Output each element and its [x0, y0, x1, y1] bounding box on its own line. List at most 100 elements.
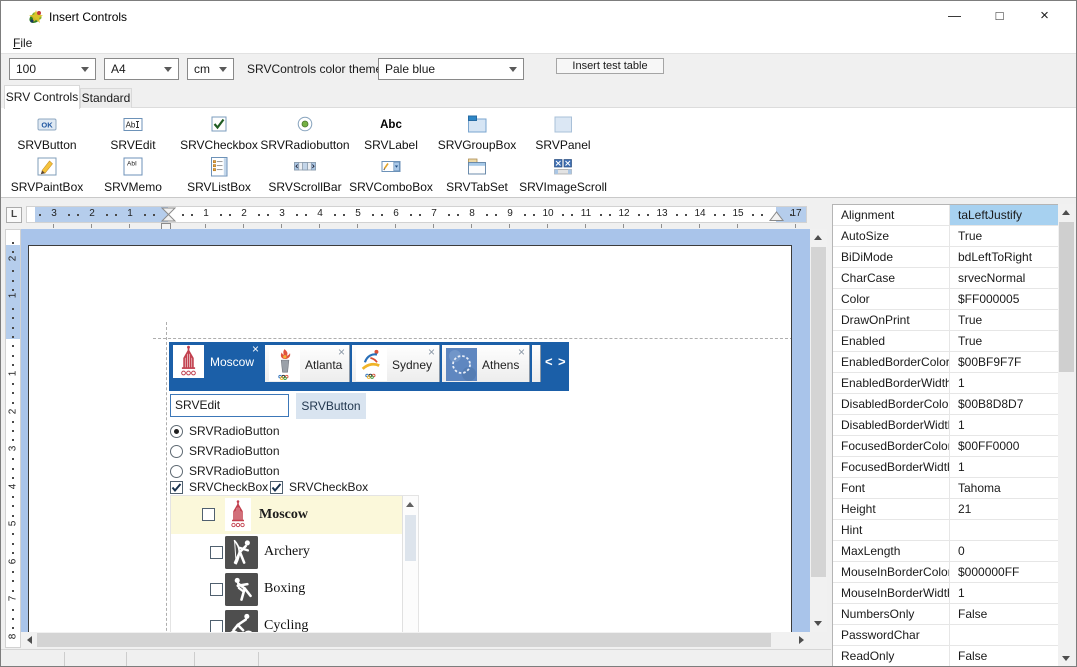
property-row[interactable]: Hint [833, 520, 1058, 541]
property-row[interactable]: AutoSizeTrue [833, 226, 1058, 247]
property-row[interactable]: NumbersOnlyFalse [833, 604, 1058, 625]
olympic-tab-atlanta[interactable]: Atlanta × [265, 345, 350, 382]
tab-close-icon[interactable]: × [428, 346, 435, 358]
property-row[interactable]: MouseInBorderWidth1 [833, 583, 1058, 604]
property-row[interactable]: PasswordChar [833, 625, 1058, 646]
list-item-cycling[interactable]: Cycling [171, 608, 404, 632]
palette-item-srvradiobutton[interactable]: SRVRadiobutton [262, 111, 348, 152]
property-row[interactable]: BiDiModebdLeftToRight [833, 247, 1058, 268]
tab-scroll-left-icon[interactable]: < [545, 354, 553, 369]
palette-item-srvmemo[interactable]: AbI SRVMemo [90, 153, 176, 194]
paper-size-combobox[interactable]: A4 [104, 58, 179, 80]
tab-standard[interactable]: Standard [80, 88, 132, 109]
checkbox-unchecked-icon[interactable] [210, 583, 223, 596]
property-grid-scrollbar[interactable] [1058, 204, 1075, 667]
palette-item-srvpanel[interactable]: SRVPanel [520, 111, 606, 152]
tab-srv-controls[interactable]: SRV Controls [4, 85, 80, 109]
list-item-boxing[interactable]: Boxing [171, 571, 404, 608]
palette-item-srvscrollbar[interactable]: SRVScrollBar [262, 153, 348, 194]
scroll-down-icon[interactable] [814, 621, 822, 626]
checkbox-unchecked-icon[interactable] [202, 508, 215, 521]
property-row[interactable]: EnabledBorderWidth1 [833, 373, 1058, 394]
palette-item-srvcheckbox[interactable]: SRVCheckbox [176, 111, 262, 152]
document-page[interactable]: Moscow × Atlanta [28, 245, 792, 632]
close-button[interactable]: × [1022, 1, 1067, 31]
scroll-down-icon[interactable] [1062, 656, 1070, 661]
property-row[interactable]: FocusedBorderColor$00FF0000 [833, 436, 1058, 457]
property-row[interactable]: EnabledTrue [833, 331, 1058, 352]
radio-off-icon[interactable] [170, 465, 183, 478]
checkbox-unchecked-icon[interactable] [210, 620, 223, 633]
property-row[interactable]: AlignmenttaLeftJustify [833, 205, 1058, 226]
srvcheckbox-control[interactable]: SRVCheckBox [270, 479, 368, 495]
property-row[interactable]: FocusedBorderWidth1 [833, 457, 1058, 478]
checkbox-unchecked-icon[interactable] [210, 546, 223, 559]
document-horizontal-scrollbar[interactable] [21, 632, 810, 648]
indent-marker-icon[interactable] [160, 207, 177, 222]
scrollbar-thumb[interactable] [37, 633, 771, 647]
tab-close-icon[interactable]: × [518, 346, 525, 358]
scroll-up-icon[interactable] [1062, 210, 1070, 215]
radio-on-icon[interactable] [170, 425, 183, 438]
color-theme-combobox[interactable]: Pale blue [378, 58, 524, 80]
maximize-button[interactable]: □ [977, 1, 1022, 31]
property-row[interactable]: EnabledBorderColor$00BF9F7F [833, 352, 1058, 373]
property-row[interactable]: DisabledBorderWidth1 [833, 415, 1058, 436]
srvbutton-control[interactable]: SRVButton [296, 393, 366, 419]
right-indent-marker-icon[interactable] [768, 207, 785, 222]
units-combobox[interactable]: cm [187, 58, 234, 80]
checkbox-checked-icon[interactable] [170, 481, 183, 494]
property-row[interactable]: FontTahoma [833, 478, 1058, 499]
property-row[interactable]: MouseInBorderColor$000000FF [833, 562, 1058, 583]
palette-item-srvtabset[interactable]: SRVTabSet [434, 153, 520, 194]
property-row[interactable]: DrawOnPrintTrue [833, 310, 1058, 331]
property-row[interactable]: ReadOnlyFalse [833, 646, 1058, 667]
radio-off-icon[interactable] [170, 445, 183, 458]
tab-stop-selector[interactable]: L [6, 207, 22, 223]
scrollbar-thumb[interactable] [1059, 222, 1074, 372]
property-row[interactable]: CharCasesrvecNormal [833, 268, 1058, 289]
scrollbar-thumb[interactable] [405, 515, 416, 561]
document-canvas[interactable]: Moscow × Atlanta [21, 229, 810, 632]
minimize-button[interactable]: — [932, 1, 977, 31]
olympic-tab-moscow[interactable]: Moscow × [170, 342, 263, 382]
statusbar-divider [64, 652, 65, 667]
menu-file[interactable]: File [10, 35, 35, 51]
tab-close-icon[interactable]: × [252, 343, 259, 355]
list-group-header[interactable]: Moscow [171, 496, 404, 534]
palette-item-srvlistbox[interactable]: SRVListBox [176, 153, 262, 194]
srvedit-control[interactable]: SRVEdit [170, 394, 289, 417]
property-row[interactable]: MaxLength0 [833, 541, 1058, 562]
scrollbar-thumb[interactable] [811, 247, 826, 577]
ruler-number: 2 [8, 404, 19, 418]
document-vertical-scrollbar[interactable] [810, 229, 827, 632]
list-scrollbar[interactable] [402, 496, 418, 632]
scroll-right-icon[interactable] [799, 636, 804, 644]
palette-item-srvcombobox[interactable]: SRVComboBox [348, 153, 434, 194]
palette-item-srvimagescroll[interactable]: SRVImageScroll [520, 153, 606, 194]
srvcheckbox-control[interactable]: SRVCheckBox [170, 479, 268, 495]
palette-item-srvbutton[interactable]: OK SRVButton [4, 111, 90, 152]
srvradiobutton-control[interactable]: SRVRadioButton [170, 443, 280, 459]
srvradiobutton-control[interactable]: SRVRadioButton [170, 463, 280, 479]
palette-item-srvedit[interactable]: Ab SRVEdit [90, 111, 176, 152]
palette-item-srvlabel[interactable]: Abc SRVLabel [348, 111, 434, 152]
olympic-tab-athens[interactable]: Athens × [442, 345, 530, 382]
checkbox-checked-icon[interactable] [270, 481, 283, 494]
tab-scroll-right-icon[interactable]: > [558, 354, 566, 369]
property-row[interactable]: DisabledBorderColor$00B8D8D7 [833, 394, 1058, 415]
palette-item-srvgroupbox[interactable]: SRVGroupBox [434, 111, 520, 152]
scroll-up-icon[interactable] [406, 502, 414, 507]
tab-close-icon[interactable]: × [338, 346, 345, 358]
scroll-left-icon[interactable] [27, 636, 32, 644]
olympic-tab-partial[interactable] [532, 345, 541, 382]
olympic-tab-sydney[interactable]: Sydney × [352, 345, 440, 382]
property-row[interactable]: Color$FF000005 [833, 289, 1058, 310]
list-item-archery[interactable]: Archery [171, 534, 404, 571]
srvradiobutton-control[interactable]: SRVRadioButton [170, 423, 280, 439]
zoom-combobox[interactable]: 100 [9, 58, 96, 80]
property-row[interactable]: Height21 [833, 499, 1058, 520]
palette-item-srvpaintbox[interactable]: SRVPaintBox [4, 153, 90, 194]
insert-test-table-button[interactable]: Insert test table [556, 58, 664, 74]
scroll-up-icon[interactable] [814, 235, 822, 240]
